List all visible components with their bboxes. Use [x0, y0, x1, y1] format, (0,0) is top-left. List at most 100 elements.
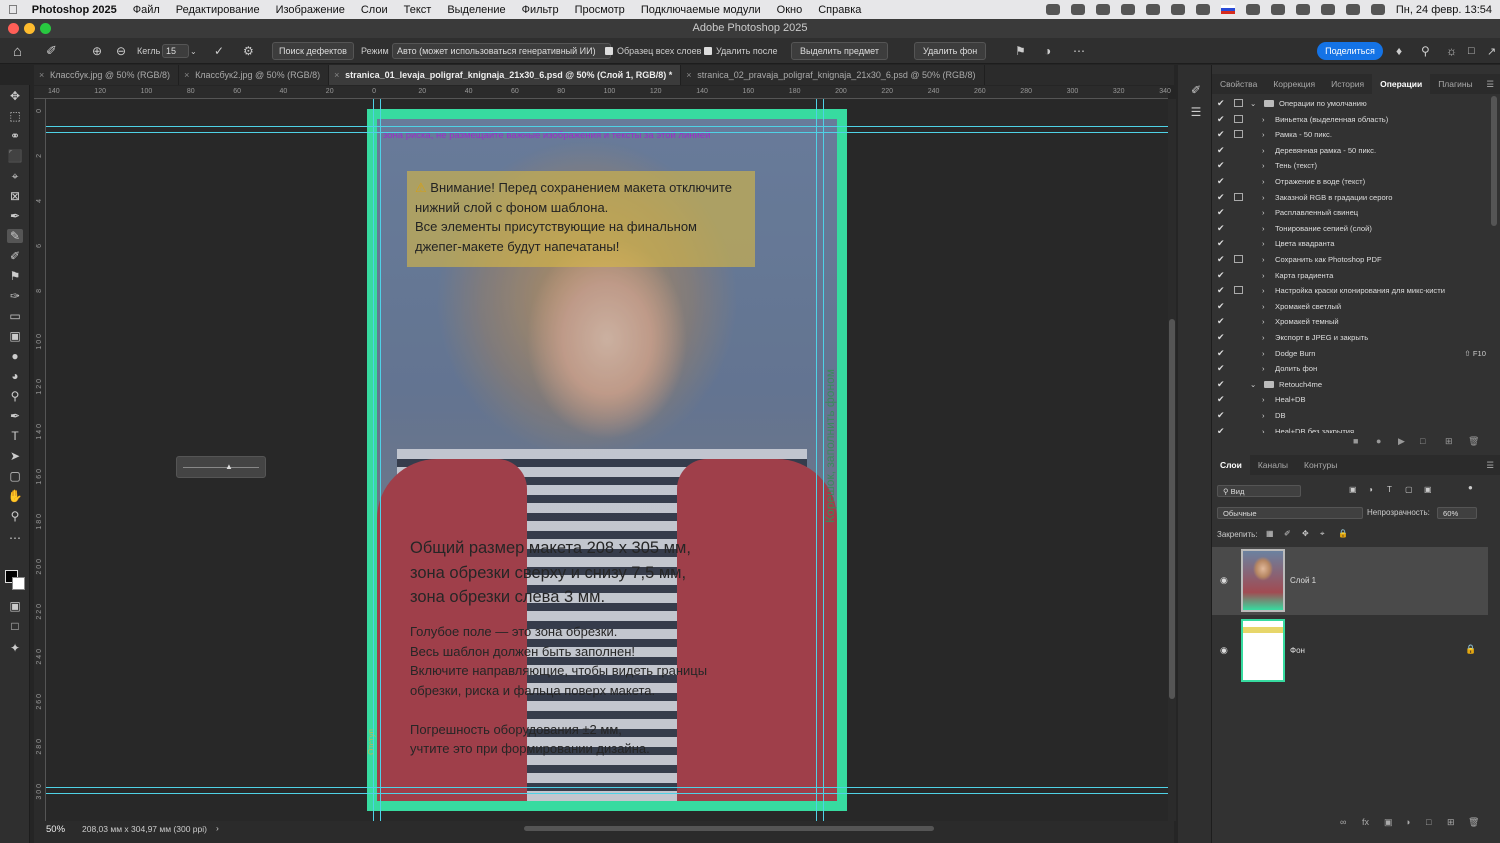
filter-adjustment-icon[interactable]: ◑ [1368, 485, 1373, 494]
keyboard-icon[interactable] [1170, 4, 1185, 15]
workspace-icon[interactable]: □ [1468, 38, 1475, 64]
chevron-right-icon[interactable]: › [1262, 127, 1265, 143]
opacity-input[interactable]: 60% [1437, 507, 1477, 519]
guide-horizontal[interactable] [46, 787, 1168, 788]
mode-select[interactable]: Авто (может использоваться генеративный … [392, 43, 611, 59]
chevron-right-icon[interactable]: › [1262, 221, 1265, 237]
check-icon[interactable]: ✔ [1217, 283, 1225, 299]
brush-settings-icon[interactable]: ✐ [1188, 83, 1204, 97]
menu-select[interactable]: Выделение [447, 4, 505, 16]
check-icon[interactable]: ✔ [1217, 252, 1225, 268]
check-icon[interactable]: ✔ [1217, 143, 1225, 159]
pen-tool-icon[interactable]: ✒ [7, 409, 23, 423]
marquee-tool-icon[interactable]: ⬚ [7, 109, 23, 123]
action-row[interactable]: ✔ › Карта градиента [1212, 268, 1490, 284]
dialog-toggle-icon[interactable] [1234, 114, 1243, 123]
check-icon[interactable]: ✔ [1217, 361, 1225, 377]
remove-background-button[interactable]: Удалить фон [914, 42, 987, 60]
gear-icon[interactable]: ⚙ [243, 38, 254, 64]
guide-vertical[interactable] [373, 99, 374, 821]
type-tool-icon[interactable]: T [7, 429, 23, 443]
expand-icon[interactable]: ↗ [1487, 38, 1496, 64]
chevron-right-icon[interactable]: › [1262, 408, 1265, 424]
guide-vertical[interactable] [816, 99, 817, 821]
eyedropper-tool-icon[interactable]: ✒ [7, 209, 23, 223]
hand-tool-icon[interactable]: ✋ [7, 489, 23, 503]
filter-smart-icon[interactable]: ▣ [1424, 485, 1432, 494]
stamp-tool-icon[interactable]: ⚑ [7, 269, 23, 283]
chevron-right-icon[interactable]: › [1262, 268, 1265, 284]
lock-image-icon[interactable]: ✐ [1284, 529, 1291, 538]
tab-channels[interactable]: Каналы [1250, 455, 1296, 475]
guide-vertical[interactable] [823, 99, 824, 821]
lightbulb-icon[interactable]: ☼ [1446, 38, 1457, 64]
link-layers-icon[interactable]: ∞ [1340, 817, 1346, 827]
chevron-down-icon[interactable]: ⌄ [1250, 96, 1256, 112]
home-icon[interactable]: ⌂ [13, 38, 22, 64]
adjustments-icon[interactable]: ☰ [1188, 105, 1204, 119]
action-row[interactable]: ✔ › DB [1212, 408, 1490, 424]
tab-history[interactable]: История [1323, 74, 1372, 94]
lock-artboard-icon[interactable]: ⌖ [1320, 529, 1325, 539]
apple-icon[interactable]:  [8, 2, 18, 17]
moon-icon[interactable] [1120, 4, 1135, 15]
battery-icon[interactable] [1295, 4, 1310, 15]
slider-thumb[interactable]: ▲ [225, 462, 233, 471]
lock-transparent-icon[interactable]: ▦ [1266, 529, 1274, 538]
generative-icon[interactable]: ✦ [7, 641, 23, 655]
group-icon[interactable]: □ [1426, 817, 1431, 827]
lock-all-icon[interactable]: 🔒 [1338, 529, 1348, 538]
action-row[interactable]: ✔ ⌄ Операции по умолчанию [1212, 96, 1490, 112]
adjustment-layer-icon[interactable]: ◑ [1405, 817, 1410, 827]
play-icon[interactable]: ▶ [1398, 436, 1405, 447]
check-icon[interactable]: ✔ [1217, 424, 1225, 433]
scroll-thumb[interactable] [1169, 319, 1175, 699]
close-window-button[interactable] [8, 23, 19, 34]
tab-document-4[interactable]: × stranica_02_pravaja_poligraf_knignaja_2… [681, 65, 985, 85]
object-selection-tool-icon[interactable]: ⬛ [7, 149, 23, 163]
action-row[interactable]: ✔ › Расплавленный свинец [1212, 205, 1490, 221]
fx-icon[interactable]: fx [1362, 817, 1369, 827]
check-icon[interactable]: ✔ [1217, 127, 1225, 143]
zoom-window-button[interactable] [40, 23, 51, 34]
close-tab-icon[interactable]: × [184, 65, 189, 85]
chevron-down-icon[interactable]: ⌄ [190, 38, 197, 64]
new-set-icon[interactable]: □ [1420, 436, 1425, 446]
close-tab-icon[interactable]: × [39, 65, 44, 85]
action-row[interactable]: ✔ › Хромакей светлый [1212, 299, 1490, 315]
actions-scrollbar[interactable] [1491, 96, 1497, 226]
add-mask-icon[interactable]: ▣ [1384, 817, 1393, 828]
chevron-right-icon[interactable]: › [1262, 174, 1265, 190]
bell-icon[interactable]: ♦ [1396, 38, 1402, 64]
chevron-right-icon[interactable]: › [1262, 314, 1265, 330]
screen-mode-icon[interactable]: □ [7, 619, 23, 633]
zoom-tool-icon[interactable]: ⚲ [7, 509, 23, 523]
tab-properties[interactable]: Свойства [1212, 74, 1265, 94]
menu-image[interactable]: Изображение [276, 4, 345, 16]
find-defects-button[interactable]: Поиск дефектов [272, 42, 354, 60]
chevron-right-icon[interactable]: › [1262, 158, 1265, 174]
zoom-tool-icon-2[interactable]: ⚲ [7, 389, 23, 403]
eraser-tool-icon[interactable]: ▭ [7, 309, 23, 323]
filter-shape-icon[interactable]: ▢ [1405, 485, 1413, 494]
minimize-window-button[interactable] [24, 23, 35, 34]
action-row[interactable]: ✔ › Долить фон [1212, 361, 1490, 377]
pressure-icon[interactable]: ✓ [214, 38, 224, 64]
slider-track[interactable] [183, 467, 259, 468]
layer-row-2[interactable]: ◉ Фон 🔒 [1212, 617, 1488, 685]
menu-plugins[interactable]: Подключаемые модули [641, 4, 761, 16]
check-icon[interactable]: ✔ [1217, 96, 1225, 112]
action-row[interactable]: ✔ › Heal+DB без закрытия [1212, 424, 1490, 433]
document-page[interactable]: зона риска, не размещайте важные изображ… [367, 109, 847, 811]
crop-tool-icon[interactable]: ⌖ [7, 169, 23, 183]
action-row[interactable]: ✔ › Сохранить как Photoshop PDF [1212, 252, 1490, 268]
flag-icon[interactable]: ⚑ [1015, 38, 1026, 64]
frame-tool-icon[interactable]: ⊠ [7, 189, 23, 203]
chevron-right-icon[interactable]: › [1262, 392, 1265, 408]
spot-healing-tool-icon[interactable]: ✎ [7, 229, 23, 243]
action-row[interactable]: ✔ ⌄ Retouch4me [1212, 377, 1490, 393]
chevron-right-icon[interactable]: › [1262, 283, 1265, 299]
check-icon[interactable]: ✔ [1217, 299, 1225, 315]
opacity-slider-popup[interactable]: ▲ [176, 456, 266, 478]
dialog-toggle-icon[interactable] [1234, 255, 1243, 263]
